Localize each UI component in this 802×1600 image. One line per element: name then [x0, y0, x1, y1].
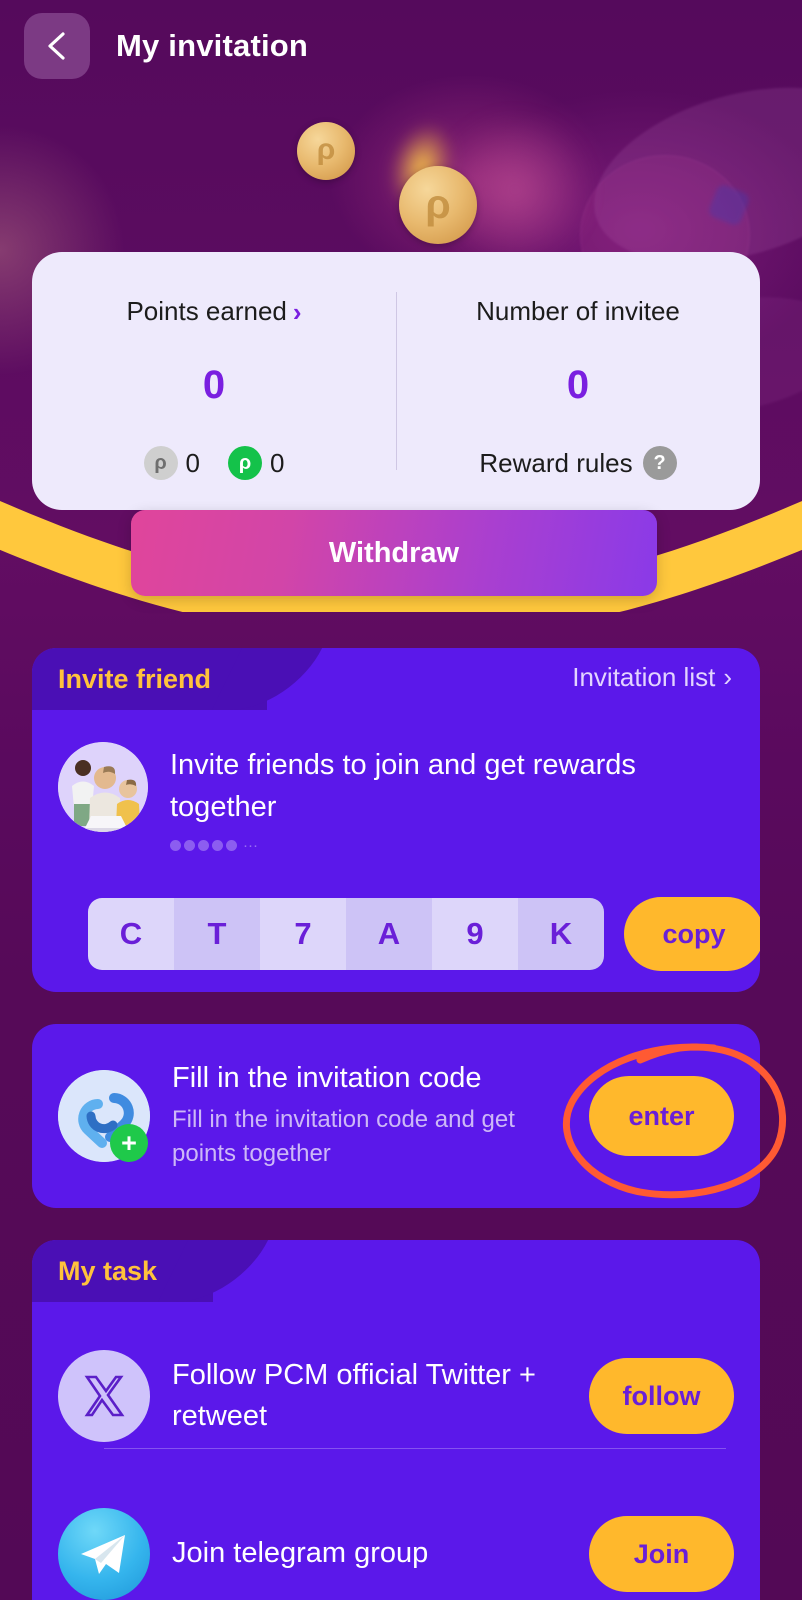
chevron-right-icon: ›	[723, 662, 732, 692]
code-cell: 9	[432, 898, 518, 970]
fill-code-body: + Fill in the invitation code Fill in th…	[32, 1024, 760, 1208]
dot-icon	[212, 839, 223, 851]
code-cell: 7	[260, 898, 346, 970]
my-task-card: My task Follow PCM official Twitter + re…	[32, 1240, 760, 1600]
enter-button[interactable]: enter	[589, 1076, 734, 1156]
page-title: My invitation	[116, 28, 309, 63]
points-earned-value: 0	[202, 363, 226, 407]
task-label: Follow PCM official Twitter + retweet	[172, 1358, 536, 1432]
chevron-right-icon: ›	[292, 296, 302, 327]
points-earned-text: Points earned	[126, 296, 287, 326]
task-label: Join telegram group	[172, 1537, 429, 1570]
page-header: My invitation	[0, 0, 802, 92]
telegram-icon	[58, 1508, 150, 1600]
link-icon-wrap: +	[58, 1070, 150, 1162]
fill-code-texts: Fill in the invitation code Fill in the …	[172, 1062, 567, 1169]
fill-code-subtitle: Fill in the invitation code and get poin…	[172, 1106, 515, 1167]
task-row: Join telegram group Join	[58, 1508, 734, 1600]
invite-friend-body: Invite friends to join and get rewards t…	[32, 742, 760, 854]
invitee-column: Number of invitee 0 Reward rules ?	[396, 252, 760, 510]
add-plus-icon: +	[110, 1124, 148, 1162]
coin-small-icon: ρ	[297, 122, 355, 180]
coin-green-icon: ρ	[228, 446, 262, 480]
invite-friend-tab-label: Invite friend	[58, 663, 212, 694]
task-divider	[104, 1448, 726, 1449]
coin-chip-gray: ρ 0	[143, 446, 200, 480]
friends-illustration-icon	[58, 742, 148, 832]
points-earned-label[interactable]: Points earned ›	[126, 296, 301, 327]
invite-friend-tab: Invite friend	[32, 648, 268, 710]
x-twitter-icon	[58, 1350, 150, 1442]
invitation-list-link[interactable]: Invitation list ›	[572, 662, 732, 693]
invite-friend-card: Invite friend Invitation list › Invite f…	[32, 648, 760, 992]
dot-icon	[184, 839, 195, 851]
task-row: Follow PCM official Twitter + retweet fo…	[58, 1350, 734, 1442]
stats-card: Points earned › 0 ρ 0 ρ 0 Number of invi…	[32, 252, 760, 510]
coin-gray-value: 0	[185, 447, 200, 478]
coin-gray-icon: ρ	[143, 446, 178, 480]
coin-decoration: ρ ρ	[0, 90, 802, 265]
withdraw-button[interactable]: Withdraw	[131, 510, 657, 596]
help-question-icon[interactable]: ?	[642, 446, 677, 480]
code-cell: T	[174, 898, 260, 970]
code-cell: K	[518, 898, 604, 970]
invitation-list-label: Invitation list	[572, 662, 716, 692]
my-task-tab-label: My task	[58, 1255, 158, 1286]
coin-large-icon: ρ	[399, 166, 477, 244]
dot-icon	[226, 839, 237, 851]
invitation-code-row: C T 7 A 9 K copy	[88, 897, 760, 971]
ellipsis-icon: ···	[243, 836, 258, 854]
code-cell: A	[346, 898, 432, 970]
fill-invitation-code-card: + Fill in the invitation code Fill in th…	[32, 1024, 760, 1208]
fill-code-title: Fill in the invitation code	[172, 1062, 482, 1095]
invite-text-block: Invite friends to join and get rewards t…	[170, 742, 734, 854]
back-button[interactable]	[24, 13, 90, 79]
invite-description: Invite friends to join and get rewards t…	[170, 749, 636, 824]
dot-icon	[198, 839, 209, 851]
follow-button[interactable]: follow	[589, 1358, 734, 1434]
coin-chip-green: ρ 0	[228, 446, 284, 480]
join-button[interactable]: Join	[589, 1516, 734, 1592]
invitation-code-boxes[interactable]: C T 7 A 9 K	[88, 898, 604, 970]
reward-rules-label: Reward rules	[479, 447, 633, 478]
invitee-value: 0	[566, 363, 590, 407]
invitee-label: Number of invitee	[476, 296, 680, 326]
my-task-tab: My task	[32, 1240, 214, 1302]
copy-button[interactable]: copy	[624, 897, 760, 971]
masked-link-dots: ···	[170, 837, 734, 854]
chevron-left-icon	[48, 32, 65, 60]
dot-icon	[170, 839, 181, 851]
points-coin-breakdown: ρ 0 ρ 0	[32, 446, 396, 480]
reward-rules-row[interactable]: Reward rules ?	[396, 446, 760, 480]
code-cell: C	[88, 898, 174, 970]
points-earned-column: Points earned › 0 ρ 0 ρ 0	[32, 252, 396, 510]
coin-green-value: 0	[270, 447, 285, 478]
